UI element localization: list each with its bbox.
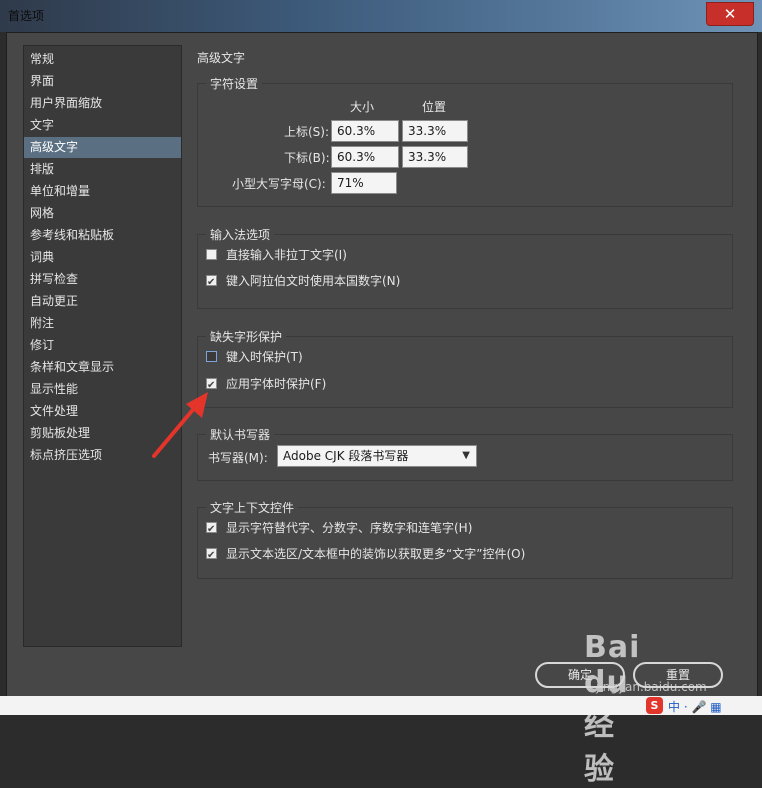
close-button[interactable]: ✕ <box>706 2 754 26</box>
direct-input-checkbox[interactable] <box>206 249 217 260</box>
sidebar-item-dictionary[interactable]: 词典 <box>24 247 181 268</box>
arabic-digits-checkbox[interactable] <box>206 273 217 293</box>
group-title: 默认书写器 <box>206 427 275 443</box>
sidebar-item-interface[interactable]: 界面 <box>24 71 181 92</box>
position-column-header: 位置 <box>422 100 447 114</box>
superscript-position-field[interactable]: 33.3% <box>402 120 468 142</box>
subscript-label: 下标(B): <box>284 151 330 165</box>
show-adornment-checkbox[interactable] <box>206 546 217 566</box>
sidebar-item-track-changes[interactable]: 修订 <box>24 335 181 356</box>
sidebar-item-story-editor[interactable]: 条样和文章显示 <box>24 357 181 378</box>
sidebar-item-notes[interactable]: 附注 <box>24 313 181 334</box>
show-alternates-checkbox[interactable] <box>206 520 217 540</box>
sidebar-item-advanced-type[interactable]: 高级文字 <box>24 137 181 158</box>
missing-glyph-group: 缺失字形保护 键入时保护(T) 应用字体时保护(F) <box>197 329 733 408</box>
subscript-size-field[interactable]: 60.3% <box>331 146 399 168</box>
default-composer-group: 默认书写器 书写器(M): Adobe CJK 段落书写器 ▼ <box>197 427 733 481</box>
ime-status[interactable]: 中 · 🎤 ▦ <box>668 698 722 715</box>
sidebar-item-guides[interactable]: 参考线和粘贴板 <box>24 225 181 246</box>
arabic-digits-label: 键入阿拉伯文时使用本国数字(N) <box>226 274 401 288</box>
group-title: 缺失字形保护 <box>206 329 287 345</box>
chevron-down-icon: ▼ <box>462 450 470 461</box>
watermark-url: jingyan.baidu.com <box>596 680 707 694</box>
small-caps-label: 小型大写字母(C): <box>232 177 326 191</box>
show-adornment-label: 显示文本选区/文本框中的装饰以获取更多“文字”控件(O) <box>226 547 526 561</box>
ime-logo-icon[interactable]: S <box>646 697 663 714</box>
window-title: 首选项 <box>8 9 45 23</box>
protect-font-checkbox[interactable] <box>206 376 217 396</box>
group-title: 文字上下文控件 <box>206 500 299 516</box>
size-column-header: 大小 <box>350 100 375 114</box>
protect-typing-checkbox[interactable] <box>206 351 217 362</box>
sidebar-item-grids[interactable]: 网格 <box>24 203 181 224</box>
composer-select[interactable]: Adobe CJK 段落书写器 ▼ <box>277 445 477 467</box>
title-bar: 首选项 ✕ <box>0 0 762 32</box>
preferences-dialog: 常规 界面 用户界面缩放 文字 高级文字 排版 单位和增量 网格 参考线和粘贴板… <box>6 32 758 698</box>
sidebar-item-ui-scaling[interactable]: 用户界面缩放 <box>24 93 181 114</box>
sidebar: 常规 界面 用户界面缩放 文字 高级文字 排版 单位和增量 网格 参考线和粘贴板… <box>23 45 182 647</box>
group-title: 字符设置 <box>206 76 263 92</box>
sidebar-item-spelling[interactable]: 拼写检查 <box>24 269 181 290</box>
sidebar-item-type[interactable]: 文字 <box>24 115 181 136</box>
character-settings-group: 字符设置 大小 位置 上标(S): 60.3% 33.3% 下标(B): 60.… <box>197 76 733 207</box>
show-alternates-label: 显示字符替代字、分数字、序数字和连笔字(H) <box>226 521 473 535</box>
composer-label: 书写器(M): <box>208 451 268 465</box>
sidebar-item-composition[interactable]: 排版 <box>24 159 181 180</box>
context-controls-group: 文字上下文控件 显示字符替代字、分数字、序数字和连笔字(H) 显示文本选区/文本… <box>197 500 733 579</box>
protect-typing-label: 键入时保护(T) <box>226 350 303 364</box>
group-title: 输入法选项 <box>206 227 275 243</box>
taskbar: S 中 · 🎤 ▦ <box>0 696 762 715</box>
sidebar-item-general[interactable]: 常规 <box>24 49 181 70</box>
composer-select-value: Adobe CJK 段落书写器 <box>283 449 409 463</box>
sidebar-item-units[interactable]: 单位和增量 <box>24 181 181 202</box>
small-caps-size-field[interactable]: 71% <box>331 172 397 194</box>
subscript-position-field[interactable]: 33.3% <box>402 146 468 168</box>
annotation-arrow-icon <box>152 392 208 458</box>
section-title: 高级文字 <box>197 51 246 65</box>
superscript-label: 上标(S): <box>284 125 330 139</box>
direct-input-label: 直接输入非拉丁文字(I) <box>226 248 347 262</box>
superscript-size-field[interactable]: 60.3% <box>331 120 399 142</box>
input-method-group: 输入法选项 直接输入非拉丁文字(I) 键入阿拉伯文时使用本国数字(N) <box>197 227 733 309</box>
sidebar-item-autocorrect[interactable]: 自动更正 <box>24 291 181 312</box>
protect-font-label: 应用字体时保护(F) <box>226 377 327 391</box>
